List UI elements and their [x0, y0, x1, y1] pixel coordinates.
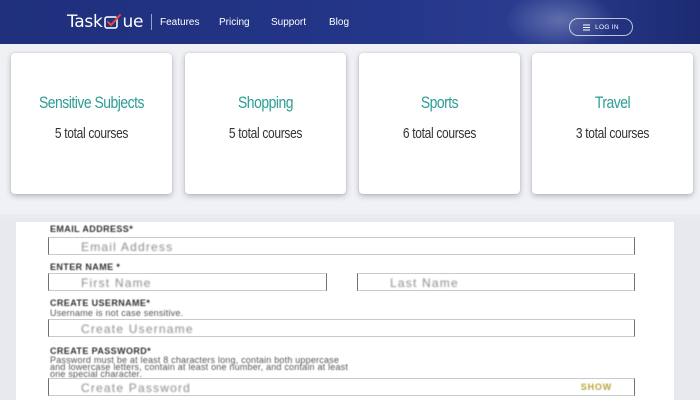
nav-link-support[interactable]: Support — [271, 17, 306, 28]
nav-link-pricing[interactable]: Pricing — [219, 17, 250, 28]
first-name-field[interactable]: First Name — [48, 273, 327, 291]
email-label: EMAIL ADDRESS* — [50, 224, 134, 234]
category-title: Sensitive Subjects — [38, 93, 145, 112]
username-field[interactable]: Create Username — [48, 319, 635, 337]
category-card-shopping[interactable]: Shopping 5 total courses — [185, 53, 346, 194]
username-label: CREATE USERNAME* — [50, 298, 151, 308]
category-course-count: 3 total courses — [575, 125, 650, 142]
login-label: LOG IN — [595, 23, 619, 31]
category-card-sensitive-subjects[interactable]: Sensitive Subjects 5 total courses — [11, 53, 172, 194]
logo-checkbox-icon — [103, 14, 122, 30]
password-placeholder: Create Password — [81, 381, 192, 395]
category-title: Shopping — [238, 93, 293, 112]
category-card-sports[interactable]: Sports 6 total courses — [359, 53, 520, 194]
login-menu-icon — [583, 24, 591, 31]
category-course-count: 5 total courses — [54, 125, 129, 142]
top-navbar: Task ue Features Pricing Support Blog LO… — [0, 0, 700, 44]
username-help-text: Username is not case sensitive. — [50, 308, 184, 318]
nav-link-features[interactable]: Features — [160, 17, 199, 28]
category-title: Sports — [420, 93, 459, 112]
password-help-line-3: one special character. — [50, 369, 142, 379]
category-course-count: 6 total courses — [402, 125, 477, 142]
category-title: Travel — [594, 93, 631, 112]
signup-form: EMAIL ADDRESS* Email Address ENTER NAME … — [16, 222, 674, 400]
first-name-placeholder: First Name — [81, 276, 152, 290]
taskque-logo[interactable]: Task ue — [67, 11, 143, 33]
logo-text-left: Task — [67, 12, 103, 32]
nav-link-blog[interactable]: Blog — [329, 17, 349, 28]
show-password-button[interactable]: SHOW — [581, 382, 612, 392]
last-name-field[interactable]: Last Name — [357, 273, 635, 291]
category-course-count: 5 total courses — [228, 125, 303, 142]
login-button[interactable]: LOG IN — [569, 18, 633, 36]
category-card-travel[interactable]: Travel 3 total courses — [532, 53, 693, 194]
email-placeholder: Email Address — [81, 240, 174, 254]
email-field[interactable]: Email Address — [48, 237, 635, 255]
password-field[interactable]: Create Password SHOW — [48, 378, 635, 396]
username-placeholder: Create Username — [81, 322, 194, 336]
last-name-placeholder: Last Name — [390, 276, 459, 290]
name-label: ENTER NAME * — [50, 262, 121, 272]
logo-divider — [151, 14, 152, 30]
logo-text-right: ue — [122, 12, 144, 32]
